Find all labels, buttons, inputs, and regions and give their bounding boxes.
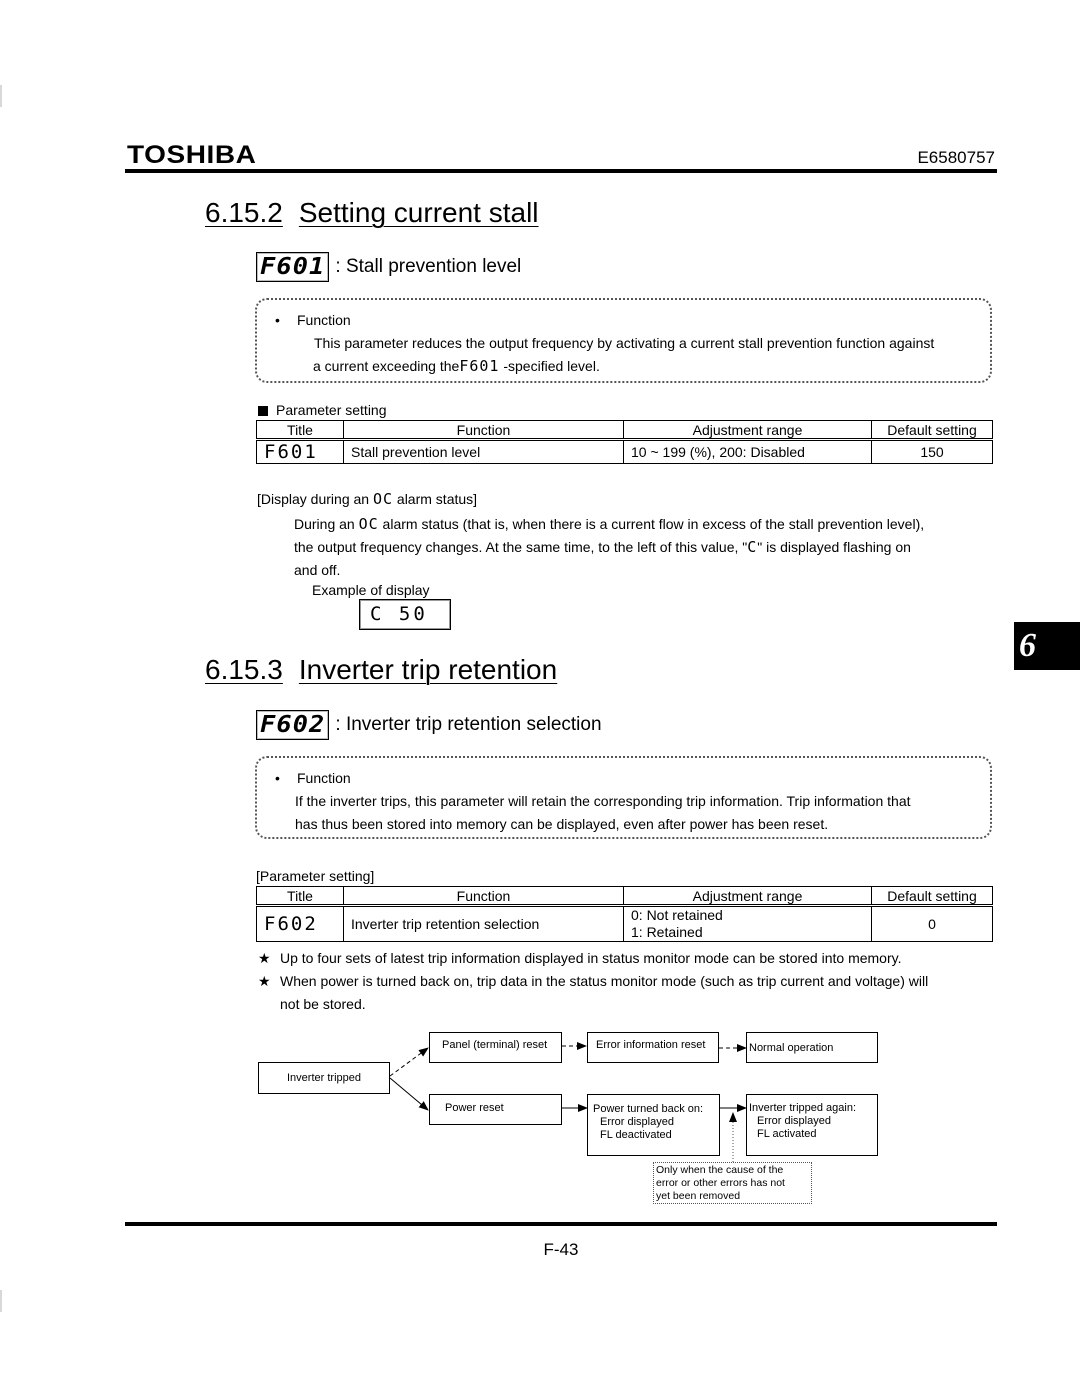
footer-rule <box>125 1222 997 1226</box>
flow-node-inverter-tripped-again: Inverter tripped again: Error displayed … <box>746 1094 878 1156</box>
flowchart-connectors <box>389 1042 747 1162</box>
page-number: F-43 <box>543 1240 579 1259</box>
arrow-to-power-reset <box>389 1077 429 1111</box>
flow-node-error-info-reset: Error information reset <box>587 1032 719 1063</box>
flow-node-normal-operation: Normal operation <box>746 1032 878 1063</box>
flow-node-power-turned-back-on: Power turned back on: Error displayed FL… <box>587 1094 720 1156</box>
flow-note: Only when the cause of the error or othe… <box>653 1162 812 1204</box>
arrow-dashed-to-panel-reset <box>389 1047 429 1077</box>
flow-node-power-reset: Power reset <box>429 1094 562 1125</box>
flow-node-panel-reset: Panel (terminal) reset <box>429 1032 562 1063</box>
flow-node-inverter-tripped: Inverter tripped <box>258 1062 390 1094</box>
